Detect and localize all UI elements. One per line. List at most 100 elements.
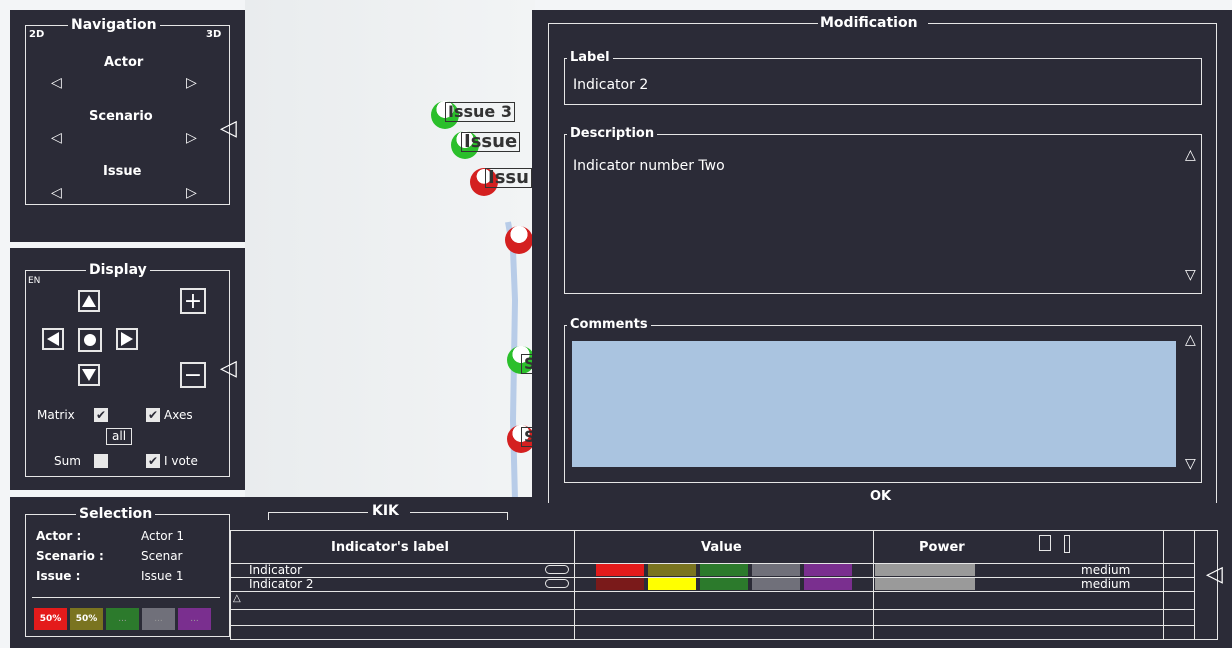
table-collapse-button[interactable]: ◁ bbox=[1206, 564, 1223, 586]
description-fieldset: Description Indicator number Two △ ▽ bbox=[564, 126, 1202, 294]
row-1-value-red[interactable] bbox=[596, 564, 644, 576]
plus-icon: + bbox=[183, 288, 203, 314]
selection-swatch-row: 50% 50% ... ... ... bbox=[34, 608, 211, 630]
kik-table: Indicator's label Value Power Indicator … bbox=[230, 530, 1218, 640]
row-1-power-value: medium bbox=[1081, 563, 1131, 577]
swatch-green[interactable]: ... bbox=[106, 608, 139, 630]
table-scroll-up[interactable]: △ bbox=[233, 594, 241, 604]
arrow-left-icon bbox=[47, 332, 59, 346]
swatch-olive[interactable]: 50% bbox=[70, 608, 103, 630]
node-scenario[interactable] bbox=[505, 226, 533, 254]
scenario-label: Scenario bbox=[89, 109, 153, 124]
selection-fieldset: Selection Actor : Actor 1 Scenario : Sce… bbox=[25, 506, 230, 637]
lock-icon[interactable] bbox=[1039, 535, 1051, 551]
row-2-value-gray[interactable] bbox=[752, 578, 800, 590]
zoom-in-button[interactable]: + bbox=[180, 288, 206, 314]
row-2-label[interactable]: Indicator 2 bbox=[249, 577, 313, 591]
description-scroll-up[interactable]: △ bbox=[1185, 147, 1196, 163]
label-fieldset: Label Indicator 2 bbox=[564, 50, 1202, 105]
row-2-value-red[interactable] bbox=[596, 578, 644, 590]
pan-left-button[interactable] bbox=[42, 328, 64, 350]
pan-center-button[interactable] bbox=[78, 328, 102, 352]
ivote-label: I vote bbox=[164, 454, 198, 468]
display-collapse-button[interactable]: ◁ bbox=[220, 358, 237, 380]
pin-icon[interactable] bbox=[1064, 535, 1070, 553]
swatch-purple[interactable]: ... bbox=[178, 608, 211, 630]
navigation-panel: Navigation 2D 3D Actor ◁ ▷ Scenario ◁ ▷ … bbox=[10, 10, 245, 242]
selection-scenario-value: Scenar bbox=[141, 549, 183, 563]
row-1-value-gray[interactable] bbox=[752, 564, 800, 576]
label-input[interactable]: Indicator 2 bbox=[573, 77, 648, 93]
row-2-value-yellow[interactable] bbox=[648, 578, 696, 590]
display-panel: Display EN + − Matrix ✔ ✔ Axes all Sum ✔… bbox=[10, 248, 245, 490]
selection-title: Selection bbox=[76, 506, 156, 522]
scenario-prev-button[interactable]: ◁ bbox=[51, 131, 62, 145]
issue-prev-button[interactable]: ◁ bbox=[51, 186, 62, 200]
col-header-label: Indicator's label bbox=[331, 540, 449, 555]
graph-edge bbox=[505, 221, 519, 500]
row-2-power-bar[interactable] bbox=[875, 578, 975, 590]
node-label-issue-1: Issu bbox=[485, 168, 532, 188]
kik-title: KIK bbox=[372, 503, 399, 519]
arrow-right-icon bbox=[121, 332, 133, 346]
row-1-label[interactable]: Indicator bbox=[249, 563, 302, 577]
description-title: Description bbox=[567, 126, 658, 142]
selection-actor-key: Actor : bbox=[36, 529, 82, 543]
description-textarea[interactable]: Indicator number Two bbox=[573, 158, 725, 174]
selection-actor-value: Actor 1 bbox=[141, 529, 185, 543]
row-1-value-green[interactable] bbox=[700, 564, 748, 576]
display-title: Display bbox=[86, 262, 150, 278]
pan-down-button[interactable] bbox=[78, 364, 100, 386]
pan-up-button[interactable] bbox=[78, 290, 100, 312]
navigation-collapse-button[interactable]: ◁ bbox=[220, 118, 237, 140]
mode-2d-button[interactable]: 2D bbox=[29, 29, 44, 40]
row-1-value-purple[interactable] bbox=[804, 564, 852, 576]
actor-prev-button[interactable]: ◁ bbox=[51, 76, 62, 90]
matrix-label: Matrix bbox=[37, 408, 75, 422]
row-1-attach-icon[interactable] bbox=[545, 565, 569, 574]
swatch-red[interactable]: 50% bbox=[34, 608, 67, 630]
issue-label: Issue bbox=[103, 164, 142, 179]
zoom-out-button[interactable]: − bbox=[180, 362, 206, 388]
swatch-gray[interactable]: ... bbox=[142, 608, 175, 630]
row-2-attach-icon[interactable] bbox=[545, 579, 569, 588]
comments-scroll-up[interactable]: △ bbox=[1185, 332, 1196, 348]
sum-checkbox[interactable] bbox=[94, 454, 108, 468]
axes-label: Axes bbox=[164, 408, 193, 422]
navigation-title: Navigation bbox=[68, 17, 160, 33]
matrix-checkbox[interactable]: ✔ bbox=[94, 408, 108, 422]
display-fieldset: Display EN + − Matrix ✔ ✔ Axes all Sum ✔… bbox=[25, 262, 230, 477]
pan-right-button[interactable] bbox=[116, 328, 138, 350]
label-title: Label bbox=[567, 50, 613, 66]
row-1-value-olive[interactable] bbox=[648, 564, 696, 576]
description-scroll-down[interactable]: ▽ bbox=[1185, 267, 1196, 283]
row-2-value-purple[interactable] bbox=[804, 578, 852, 590]
comments-title: Comments bbox=[567, 317, 651, 333]
ivote-checkbox[interactable]: ✔ bbox=[146, 454, 160, 468]
minus-icon: − bbox=[183, 362, 203, 388]
language-badge[interactable]: EN bbox=[28, 276, 40, 286]
comments-textarea[interactable] bbox=[572, 341, 1176, 467]
center-dot-icon bbox=[84, 334, 96, 346]
issue-next-button[interactable]: ▷ bbox=[186, 186, 197, 200]
modification-panel: Modification Label Indicator 2 Descripti… bbox=[532, 10, 1232, 513]
sum-label: Sum bbox=[54, 454, 81, 468]
node-label-issue-2: Issue bbox=[461, 132, 521, 152]
selection-issue-key: Issue : bbox=[36, 569, 81, 583]
arrow-down-icon bbox=[82, 369, 96, 381]
ok-button[interactable]: OK bbox=[870, 489, 891, 504]
arrow-up-icon bbox=[82, 295, 96, 307]
selection-issue-value: Issue 1 bbox=[141, 569, 184, 583]
all-button[interactable]: all bbox=[106, 428, 133, 445]
comments-fieldset: Comments △ ▽ bbox=[564, 317, 1202, 483]
row-2-value-green[interactable] bbox=[700, 578, 748, 590]
kik-tab-area: KIK bbox=[250, 497, 525, 527]
scenario-next-button[interactable]: ▷ bbox=[186, 131, 197, 145]
row-1-power-bar[interactable] bbox=[875, 564, 975, 576]
graph-canvas[interactable]: Issue 3 Issue Issu S S bbox=[245, 0, 539, 500]
modification-title: Modification bbox=[820, 15, 918, 31]
comments-scroll-down[interactable]: ▽ bbox=[1185, 456, 1196, 472]
mode-3d-button[interactable]: 3D bbox=[206, 29, 221, 40]
actor-next-button[interactable]: ▷ bbox=[186, 76, 197, 90]
axes-checkbox[interactable]: ✔ bbox=[146, 408, 160, 422]
